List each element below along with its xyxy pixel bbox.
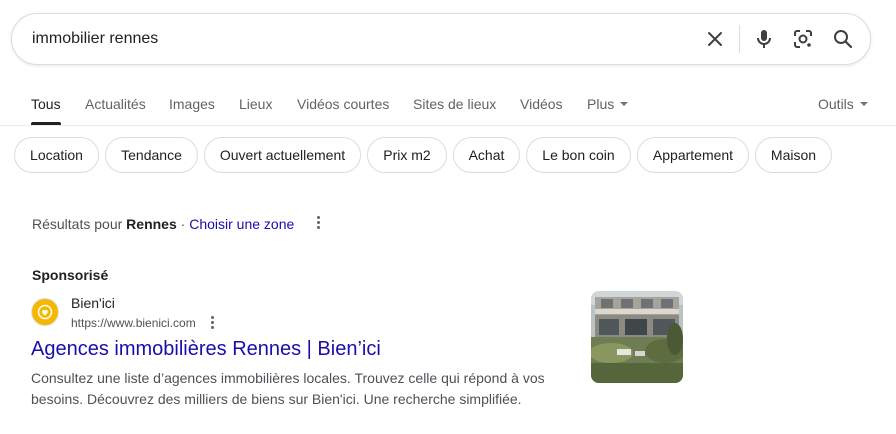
camera-lens-icon[interactable] [791, 27, 815, 51]
search-divider [739, 25, 740, 53]
ad-url[interactable]: https://www.bienici.com [71, 316, 196, 330]
ad-site-name[interactable]: Bien'ici [71, 295, 115, 311]
microphone-icon[interactable] [752, 27, 776, 51]
tools-label: Outils [818, 96, 854, 112]
ad-thumbnail-image[interactable] [591, 291, 683, 383]
chip-tendance[interactable]: Tendance [105, 137, 198, 173]
tab-plus[interactable]: Plus [587, 96, 629, 112]
close-icon[interactable] [703, 27, 727, 51]
chip-le-bon-coin[interactable]: Le bon coin [526, 137, 631, 173]
choose-area-link[interactable]: Choisir une zone [189, 216, 294, 232]
tab-tous[interactable]: Tous [31, 96, 61, 112]
chip-maison[interactable]: Maison [755, 137, 832, 173]
more-options-icon[interactable] [210, 316, 214, 332]
chip-ouvert-actuellement[interactable]: Ouvert actuellement [204, 137, 361, 173]
chip-prix-m2[interactable]: Prix m2 [367, 137, 447, 173]
location-notice: Résultats pour Rennes · Choisir une zone [32, 216, 294, 232]
active-tab-indicator [31, 122, 61, 125]
sponsored-label: Sponsorisé [32, 267, 109, 283]
tab-videos-courtes[interactable]: Vidéos courtes [297, 96, 389, 112]
more-options-icon[interactable] [316, 216, 320, 232]
chip-achat[interactable]: Achat [453, 137, 520, 173]
ad-description: Consultez une liste d’agences immobilièr… [31, 370, 545, 407]
tab-sites-de-lieux[interactable]: Sites de lieux [413, 96, 496, 112]
search-box[interactable] [11, 13, 871, 65]
bienici-logo-icon[interactable] [31, 298, 59, 326]
search-icon[interactable] [831, 27, 855, 51]
tab-actualites[interactable]: Actualités [85, 96, 146, 112]
chip-location[interactable]: Location [14, 137, 99, 173]
location-prefix: Résultats pour [32, 216, 123, 232]
tab-images[interactable]: Images [169, 96, 215, 112]
tools-button[interactable]: Outils [818, 96, 868, 112]
location-separator: · [180, 216, 186, 232]
location-place: Rennes [126, 216, 177, 232]
ad-title-link[interactable]: Agences immobilières Rennes | Bien’ici [31, 338, 381, 361]
chevron-down-icon [620, 102, 629, 107]
search-input[interactable] [32, 14, 672, 64]
search-tabs: Tous Actualités Images Lieux Vidéos cour… [0, 80, 896, 126]
tab-plus-label: Plus [587, 96, 615, 112]
tab-videos[interactable]: Vidéos [520, 96, 563, 112]
chip-appartement[interactable]: Appartement [637, 137, 749, 173]
chevron-down-icon [859, 102, 868, 107]
tab-lieux[interactable]: Lieux [239, 96, 272, 112]
